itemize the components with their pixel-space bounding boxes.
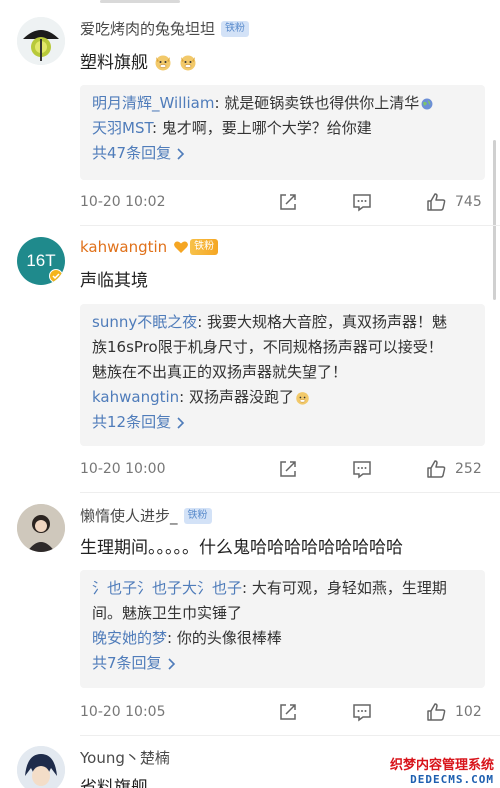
comment-text: 声临其境: [80, 266, 148, 291]
more-replies-link[interactable]: 共12条回复: [92, 410, 475, 435]
avatar[interactable]: [17, 504, 65, 552]
username[interactable]: 爱吃烤肉的兔兔坦坦 铁粉: [80, 18, 250, 39]
timestamp: 10-20 10:02: [80, 194, 166, 210]
timestamp: 10-20 10:00: [80, 461, 166, 477]
reply-box[interactable]: sunny不眠之夜: 我要大规格大音腔，真双扬声器！魅 族16sPro限于机身尺…: [80, 304, 485, 446]
comment-actions: 745: [277, 191, 485, 213]
reply-box[interactable]: 氵也子氵也子大氵也子: 大有可观，身轻如燕，生理期 间。魅族卫生巾实锤了 晚安她…: [80, 570, 485, 688]
like-icon[interactable]: [425, 458, 447, 480]
reply-line: sunny不眠之夜: 我要大规格大音腔，真双扬声器！魅: [92, 310, 475, 335]
like-icon[interactable]: [425, 701, 447, 723]
share-icon[interactable]: [277, 191, 299, 213]
reply-line: 魅族在不出真正的双扬声器就失望了！: [92, 360, 475, 385]
reply-username[interactable]: 氵也子氵也子大氵也子: [92, 579, 242, 597]
watermark-line2: DEDECMS.COM: [410, 773, 494, 786]
reply-line: 明月清辉_William: 就是砸锅卖铁也得供你上清华: [92, 91, 475, 116]
like-count: 745: [455, 194, 482, 210]
chevron-right-icon: [177, 416, 185, 429]
reply-line: kahwangtin: 双扬声器没跑了: [92, 385, 475, 410]
reply-text: 族16sPro限于机身尺寸，不同规格扬声器可以接受！: [92, 338, 443, 356]
username-text[interactable]: 懒惰使人进步_: [80, 505, 178, 526]
comment-text: 生理期间。。。。。什么鬼哈哈哈哈哈哈哈哈哈: [80, 533, 403, 558]
reply-text: 魅族在不出真正的双扬声器就失望了！: [92, 363, 348, 381]
username-text[interactable]: 爱吃烤肉的兔兔坦坦: [80, 18, 215, 39]
reply-username[interactable]: sunny不眠之夜: [92, 313, 197, 331]
avatar[interactable]: [17, 17, 65, 65]
reply-line: 氵也子氵也子大氵也子: 大有可观，身轻如燕，生理期: [92, 576, 475, 601]
username-text[interactable]: kahwangtin: [80, 238, 167, 256]
avatar[interactable]: [17, 746, 65, 788]
comment-icon[interactable]: [351, 191, 373, 213]
reply-username[interactable]: 晚安她的梦: [92, 629, 167, 647]
divider: [80, 492, 500, 493]
like-count: 252: [455, 461, 482, 477]
reply-text: : 大有可观，身轻如燕，生理期: [242, 579, 447, 597]
comment-footer: 10-20 10:00 252: [80, 457, 485, 481]
doge-emoji-icon: [296, 392, 309, 405]
username[interactable]: Young丶楚楠: [80, 747, 170, 768]
doge-emoji-icon: [180, 55, 196, 71]
reply-text: : 你的头像很棒棒: [167, 629, 282, 647]
reply-box[interactable]: 明月清辉_William: 就是砸锅卖铁也得供你上清华 天羽MST: 鬼才啊，要…: [80, 85, 485, 180]
username[interactable]: 懒惰使人进步_ 铁粉: [80, 505, 212, 526]
doge-emoji-icon: [155, 55, 171, 71]
reply-text: : 双扬声器没跑了: [179, 388, 294, 406]
like-icon[interactable]: [425, 191, 447, 213]
reply-text: 间。魅族卫生巾实锤了: [92, 604, 243, 622]
scroll-top-indicator: [100, 0, 180, 3]
avatar-text: 16T: [26, 251, 56, 270]
more-replies-label[interactable]: 共12条回复: [92, 410, 171, 435]
verified-icon: [49, 269, 63, 283]
reply-text: : 我要大规格大音腔，真双扬声器！魅: [197, 313, 448, 331]
avatar[interactable]: 16T: [17, 237, 65, 285]
comment-content: 塑料旗舰: [80, 53, 148, 73]
chevron-right-icon: [167, 657, 175, 670]
watermark-line1: 织梦内容管理系统: [389, 758, 494, 773]
share-icon[interactable]: [277, 701, 299, 723]
reply-line: 间。魅族卫生巾实锤了: [92, 601, 475, 626]
username[interactable]: kahwangtin 铁粉: [80, 238, 219, 256]
username-text[interactable]: Young丶楚楠: [80, 747, 170, 768]
timestamp: 10-20 10:05: [80, 704, 166, 720]
comment-text: 省料旗舰: [80, 773, 148, 788]
comment-icon[interactable]: [351, 701, 373, 723]
comment-actions: 252: [277, 458, 485, 480]
more-replies-link[interactable]: 共7条回复: [92, 651, 475, 676]
scrollbar[interactable]: [493, 140, 496, 300]
reply-line: 晚安她的梦: 你的头像很棒棒: [92, 626, 475, 651]
reply-text: : 就是砸锅卖铁也得供你上清华: [214, 94, 420, 112]
reply-username[interactable]: kahwangtin: [92, 388, 179, 406]
reply-line: 族16sPro限于机身尺寸，不同规格扬声器可以接受！: [92, 335, 475, 360]
comment-icon[interactable]: [351, 458, 373, 480]
more-replies-label[interactable]: 共7条回复: [92, 651, 162, 676]
comment-text: 塑料旗舰: [80, 48, 197, 73]
fan-badge: 铁粉: [190, 239, 219, 255]
fan-badge: 铁粉: [221, 20, 250, 37]
share-icon[interactable]: [277, 458, 299, 480]
divider: [80, 735, 500, 736]
reply-line: 天羽MST: 鬼才啊，要上哪个大学？给你建: [92, 116, 475, 141]
reply-text: : 鬼才啊，要上哪个大学？给你建: [151, 119, 372, 137]
more-replies-label[interactable]: 共47条回复: [92, 141, 171, 166]
reply-username[interactable]: 明月清辉_William: [92, 94, 214, 112]
comment-footer: 10-20 10:02 745: [80, 190, 485, 214]
more-replies-link[interactable]: 共47条回复: [92, 141, 475, 166]
comment-content: 声临其境: [80, 271, 148, 291]
chevron-right-icon: [177, 147, 185, 160]
comment-footer: 10-20 10:05 102: [80, 700, 485, 724]
earth-emoji-icon: [421, 98, 433, 110]
comment-content: 省料旗舰: [80, 778, 148, 788]
like-count: 102: [455, 704, 482, 720]
divider: [80, 225, 500, 226]
fan-badge: 铁粉: [183, 507, 212, 524]
watermark: 织梦内容管理系统 DEDECMS.COM: [384, 754, 494, 786]
heart-badge-icon: [174, 241, 189, 253]
comment-content: 生理期间。。。。。什么鬼哈哈哈哈哈哈哈哈哈: [80, 538, 403, 558]
comment-actions: 102: [277, 701, 485, 723]
reply-username[interactable]: 天羽MST: [92, 119, 152, 137]
